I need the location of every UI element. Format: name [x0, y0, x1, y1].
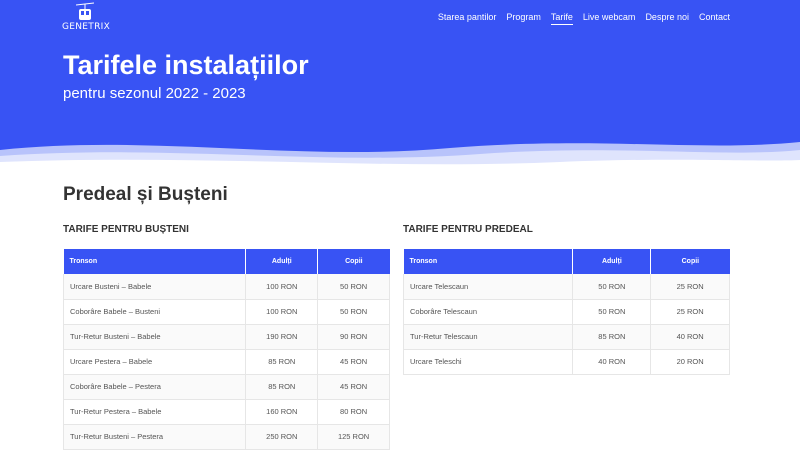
table-cell: 40 RON — [572, 349, 652, 375]
table-row: Urcare Teleschi 40 RON 20 RON — [402, 349, 730, 375]
table-cell: 45 RON — [317, 349, 390, 375]
table-cell: 25 RON — [650, 299, 730, 325]
table-cell: 250 RON — [245, 424, 319, 450]
main-nav: Starea pantilor Program Tarife Live webc… — [438, 12, 730, 25]
wave-divider — [0, 142, 800, 172]
table-cell: 85 RON — [245, 349, 319, 375]
table-cell: Tur-Retur Busteni – Babele — [62, 324, 247, 350]
nav-item-despre-noi[interactable]: Despre noi — [645, 12, 689, 25]
table-row: Coborâre Babele – Pestera 85 RON 45 RON — [62, 374, 390, 400]
nav-item-live-webcam[interactable]: Live webcam — [583, 12, 636, 25]
table-row: Urcare Pestera – Babele 85 RON 45 RON — [62, 349, 390, 375]
table-row: Urcare Busteni – Babele 100 RON 50 RON — [62, 274, 390, 300]
page-title: Tarifele instalațiilor — [63, 50, 309, 80]
column-header: Adulți — [572, 249, 652, 274]
table-cell: Coborâre Babele – Pestera — [62, 374, 247, 400]
table-row: Tur-Retur Busteni – Pestera 250 RON 125 RO… — [62, 424, 390, 450]
busteni-table-heading: TARIFE PENTRU BUȘTENI — [63, 224, 189, 235]
table-cell: 40 RON — [650, 324, 730, 350]
table-cell: 90 RON — [317, 324, 390, 350]
table-cell: Urcare Telescaun — [402, 274, 574, 300]
predeal-table-heading: TARIFE PENTRU PREDEAL — [403, 224, 533, 235]
nav-item-contact[interactable]: Contact — [699, 12, 730, 25]
nav-item-starea-pantilor[interactable]: Starea pantilor — [438, 12, 497, 25]
table-cell: 100 RON — [245, 274, 319, 300]
table-cell: Coborâre Babele – Busteni — [62, 299, 247, 325]
page-subtitle: pentru sezonul 2022 - 2023 — [63, 85, 246, 102]
section-title: Predeal și Bușteni — [63, 184, 228, 205]
table-cell: 85 RON — [572, 324, 652, 350]
table-cell: 20 RON — [650, 349, 730, 375]
table-row: Urcare Telescaun 50 RON 25 RON — [402, 274, 730, 300]
table-cell: Tur-Retur Telescaun — [402, 324, 574, 350]
table-row: Coborâre Babele – Busteni 100 RON 50 RON — [62, 299, 390, 325]
gondola-icon — [76, 2, 94, 20]
logo[interactable]: GENETRIX — [62, 2, 111, 36]
table-cell: Urcare Teleschi — [402, 349, 574, 375]
predeal-price-table: Tronson Adulți Copii Urcare Telescaun 50 … — [402, 249, 730, 375]
table-row: Tur-Retur Pestera – Babele 160 RON 80 RON — [62, 399, 390, 425]
table-cell: 190 RON — [245, 324, 319, 350]
table-cell: 50 RON — [572, 299, 652, 325]
table-cell: Urcare Busteni – Babele — [62, 274, 247, 300]
nav-item-tarife[interactable]: Tarife — [550, 12, 573, 25]
column-header: Copii — [317, 249, 390, 274]
column-header: Tronson — [403, 249, 574, 274]
table-row: Tur-Retur Busteni – Babele 190 RON 90 RON — [62, 324, 390, 350]
column-header: Copii — [650, 249, 730, 274]
table-cell: Coborâre Telescaun — [402, 299, 574, 325]
table-cell: Urcare Pestera – Babele — [62, 349, 247, 375]
table-cell: 50 RON — [317, 274, 390, 300]
logo-text: GENETRIX — [62, 22, 111, 32]
table-row: Coborâre Telescaun 50 RON 25 RON — [402, 299, 730, 325]
table-cell: 50 RON — [317, 299, 390, 325]
column-header: Tronson — [63, 249, 247, 274]
nav-item-program[interactable]: Program — [506, 12, 541, 25]
table-cell: 85 RON — [245, 374, 319, 400]
table-cell: 45 RON — [317, 374, 390, 400]
hero-banner: GENETRIX Starea pantilor Program Tarife … — [0, 0, 800, 172]
table-cell: 50 RON — [572, 274, 652, 300]
table-cell: 100 RON — [245, 299, 319, 325]
table-cell: 25 RON — [650, 274, 730, 300]
table-row: Tur-Retur Telescaun 85 RON 40 RON — [402, 324, 730, 350]
table-cell: Tur-Retur Busteni – Pestera — [62, 424, 247, 450]
table-cell: 160 RON — [245, 399, 319, 425]
table-cell: Tur-Retur Pestera – Babele — [62, 399, 247, 425]
column-header: Adulți — [245, 249, 319, 274]
table-cell: 125 RON — [317, 424, 390, 450]
busteni-price-table: Tronson Adulți Copii Urcare Busteni – Ba… — [62, 249, 390, 450]
table-cell: 80 RON — [317, 399, 390, 425]
